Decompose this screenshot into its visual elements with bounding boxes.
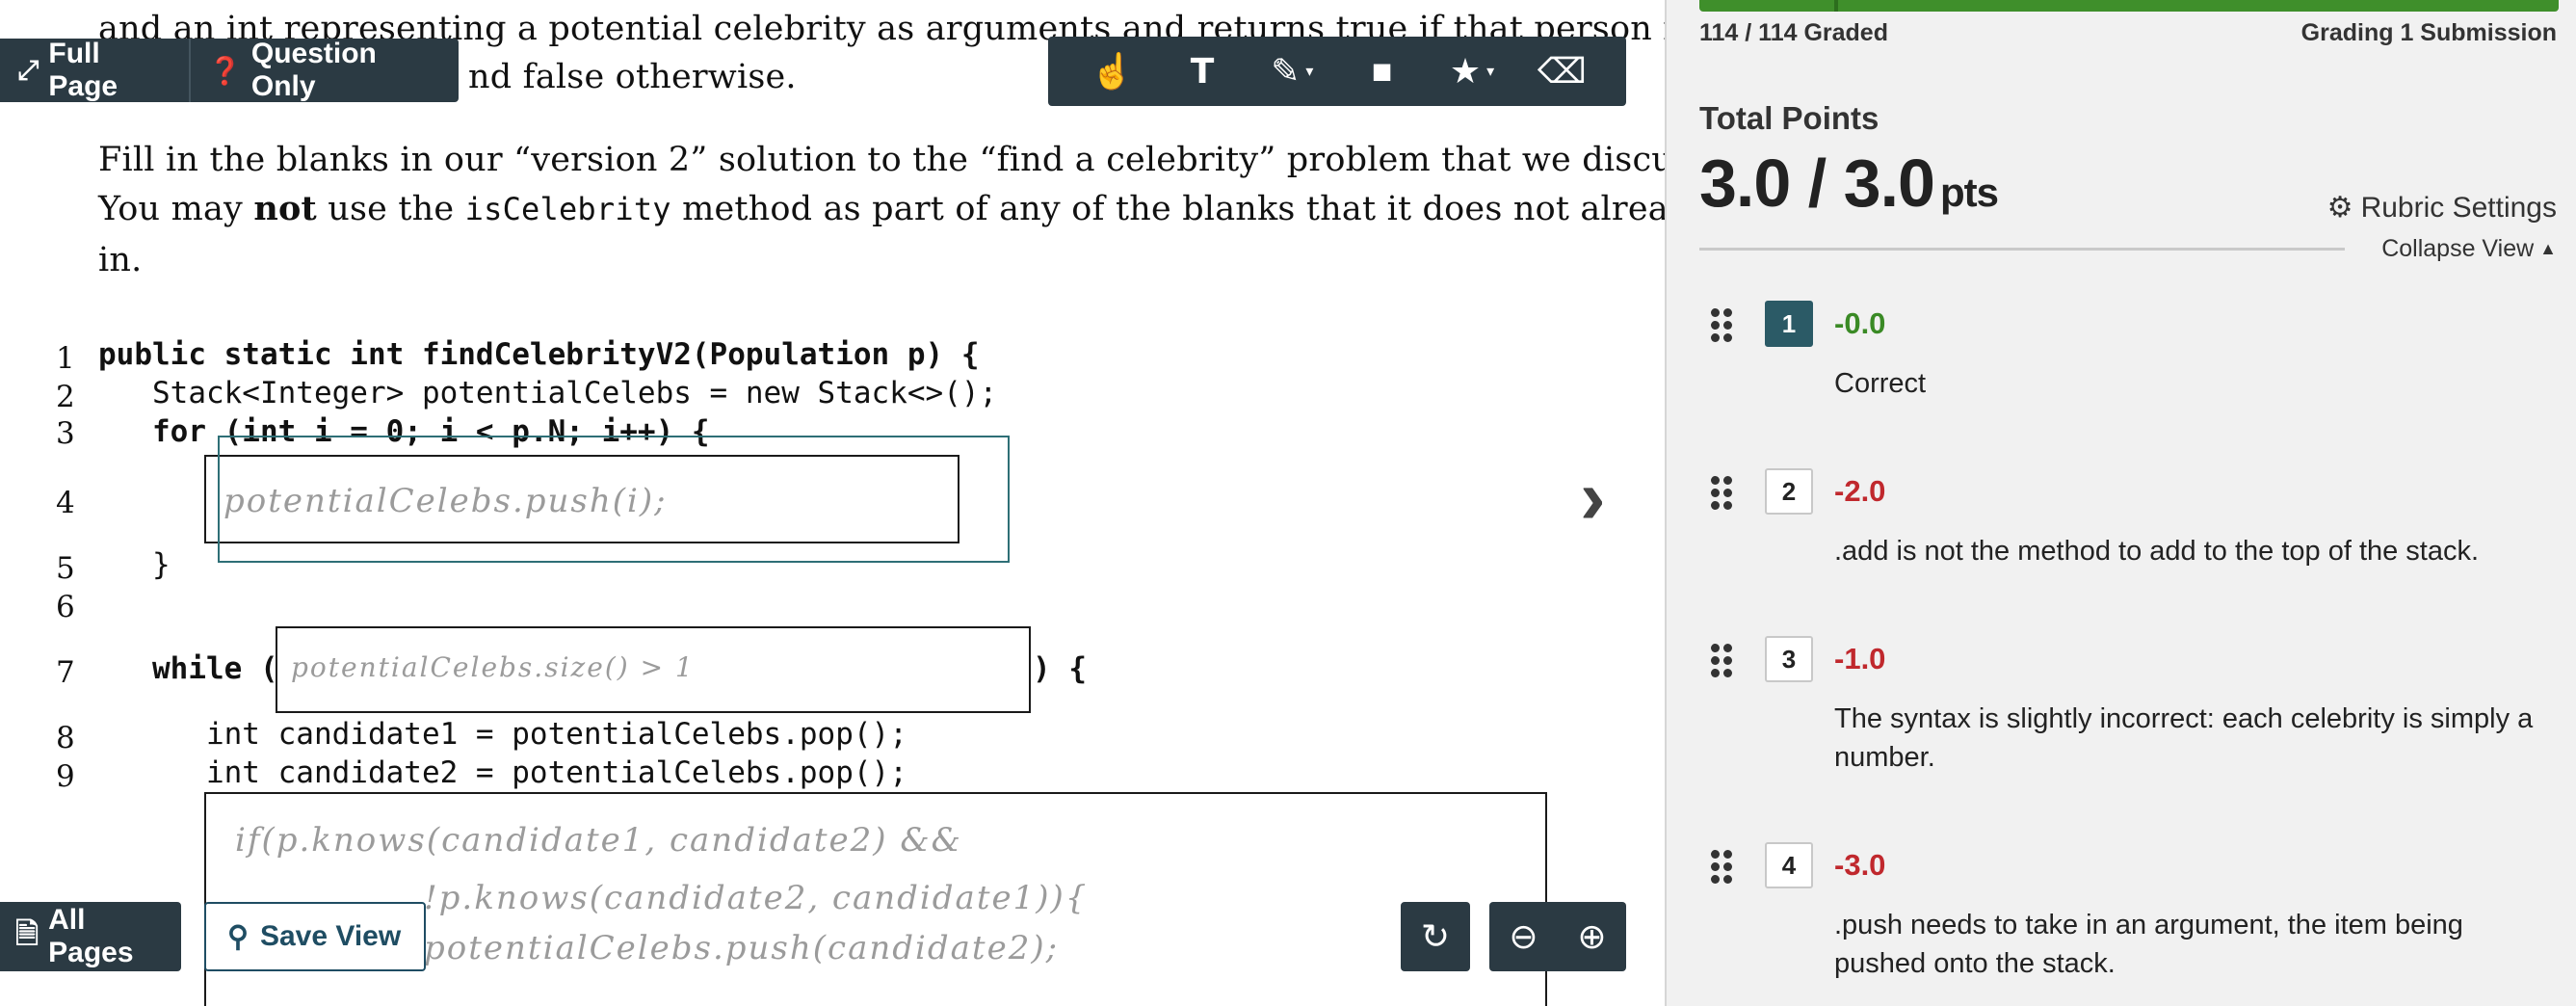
search-icon: ⚲: [227, 920, 249, 953]
expand-icon: ⤢: [17, 54, 39, 85]
line-number: 2: [56, 380, 75, 414]
handwritten-answer-3b: !p.knows(candidate2, candidate1)){: [424, 879, 1089, 917]
line-number: 9: [56, 759, 75, 794]
caret-up-icon: ▲: [2539, 239, 2557, 258]
pointer-icon[interactable]: ☝: [1079, 42, 1146, 100]
star-icon[interactable]: ★ ▾: [1438, 42, 1506, 100]
rubric-item-points[interactable]: -0.0: [1834, 306, 1885, 341]
drag-handle-icon[interactable]: [1711, 644, 1732, 677]
rubric-item-number[interactable]: 4: [1765, 842, 1813, 888]
annotation-selection-box[interactable]: [218, 436, 1010, 563]
zoom-in-icon[interactable]: ⊕: [1577, 916, 1606, 957]
line-number: 5: [56, 551, 75, 586]
rubric-item-description[interactable]: .add is not the method to add to the top…: [1834, 532, 2547, 570]
annotation-toolbar: ☝ T ✎ ▾ ■ ★ ▾ ⌫: [1048, 37, 1626, 106]
all-pages-button[interactable]: 🗎 All Pages: [0, 902, 181, 971]
file-icon: 🗎: [15, 917, 39, 950]
rubric-item-points[interactable]: -1.0: [1834, 642, 1885, 676]
question-paragraph-3: in.: [98, 241, 143, 279]
drag-handle-icon[interactable]: [1711, 308, 1732, 342]
score-value: 3.0 / 3.0 pts: [1699, 146, 1999, 221]
question-circle-icon: ❓: [208, 55, 242, 86]
code-line: public static int findCelebrityV2(Popula…: [98, 337, 980, 372]
drag-handle-icon[interactable]: [1711, 850, 1732, 884]
rotate-button[interactable]: ↻: [1401, 902, 1470, 971]
line-number: 3: [56, 416, 75, 451]
text-icon[interactable]: T: [1169, 42, 1236, 100]
rubric-item-number[interactable]: 2: [1765, 468, 1813, 515]
question-paragraph-1: Fill in the blanks in our “version 2” so…: [98, 141, 1665, 179]
question-only-button[interactable]: ❓ Question Only: [189, 38, 459, 102]
rubric-item-description[interactable]: The syntax is slightly incorrect: each c…: [1834, 700, 2547, 777]
zoom-out-icon[interactable]: ⊖: [1509, 916, 1538, 957]
rubric-item-points[interactable]: -3.0: [1834, 848, 1885, 883]
collapse-view-button[interactable]: Collapse View ▲: [2381, 235, 2557, 263]
eraser-icon[interactable]: ⌫: [1528, 42, 1595, 100]
box-icon[interactable]: ■: [1349, 42, 1416, 100]
rubric-item-description[interactable]: Correct: [1834, 364, 2547, 403]
zoom-controls: ⊖ ⊕: [1489, 902, 1626, 971]
grading-progress-bar: [1699, 0, 2559, 12]
question-paragraph-2: You may not use the isCelebrity method a…: [98, 189, 1665, 228]
line-number: 4: [56, 486, 75, 520]
rubric-item-number[interactable]: 3: [1765, 636, 1813, 682]
question-text-line1: nd false otherwise.: [468, 58, 797, 96]
line-number: 8: [56, 721, 75, 755]
total-points-label: Total Points: [1699, 100, 1879, 136]
rubric-panel: 114 / 114 Graded Grading 1 Submission To…: [1665, 0, 2576, 1006]
rotate-icon: ↻: [1420, 916, 1451, 956]
graded-count: 114 / 114 Graded: [1699, 19, 1888, 46]
handwritten-answer-3c: potentialCelebs.push(candidate2);: [424, 929, 1060, 967]
code-line: int candidate1 = potentialCelebs.pop();: [98, 717, 907, 752]
handwritten-answer-2: potentialCelebs.size() > 1: [291, 651, 695, 683]
drag-handle-icon[interactable]: [1711, 476, 1732, 510]
code-line: }: [98, 547, 171, 582]
full-page-button[interactable]: ⤢ Full Page: [0, 38, 189, 102]
submission-viewer[interactable]: and an int representing a potential cele…: [0, 0, 1665, 1006]
handwritten-answer-3a: if(p.knows(candidate1, candidate2) &&: [235, 821, 962, 860]
gear-icon: ⚙: [2326, 192, 2353, 224]
code-line: while (: [98, 651, 278, 686]
code-line: Stack<Integer> potentialCelebs = new Sta…: [98, 376, 998, 410]
code-line: ) {: [1033, 651, 1087, 686]
code-line: int candidate2 = potentialCelebs.pop();: [98, 755, 907, 790]
rubric-item-description[interactable]: .push needs to take in an argument, the …: [1834, 906, 2547, 983]
rubric-settings-button[interactable]: ⚙ Rubric Settings: [2327, 191, 2557, 225]
next-page-arrow-icon[interactable]: ›: [1580, 453, 1606, 542]
pen-icon[interactable]: ✎ ▾: [1258, 42, 1326, 100]
line-number: 1: [56, 341, 75, 376]
rubric-item-points[interactable]: -2.0: [1834, 474, 1885, 509]
rubric-item-number[interactable]: 1: [1765, 301, 1813, 347]
grading-status: Grading 1 Submission: [2300, 19, 2557, 46]
save-view-button[interactable]: ⚲ Save View: [204, 902, 426, 971]
divider: [1699, 248, 2345, 251]
line-number: 6: [56, 590, 75, 624]
line-number: 7: [56, 655, 75, 690]
